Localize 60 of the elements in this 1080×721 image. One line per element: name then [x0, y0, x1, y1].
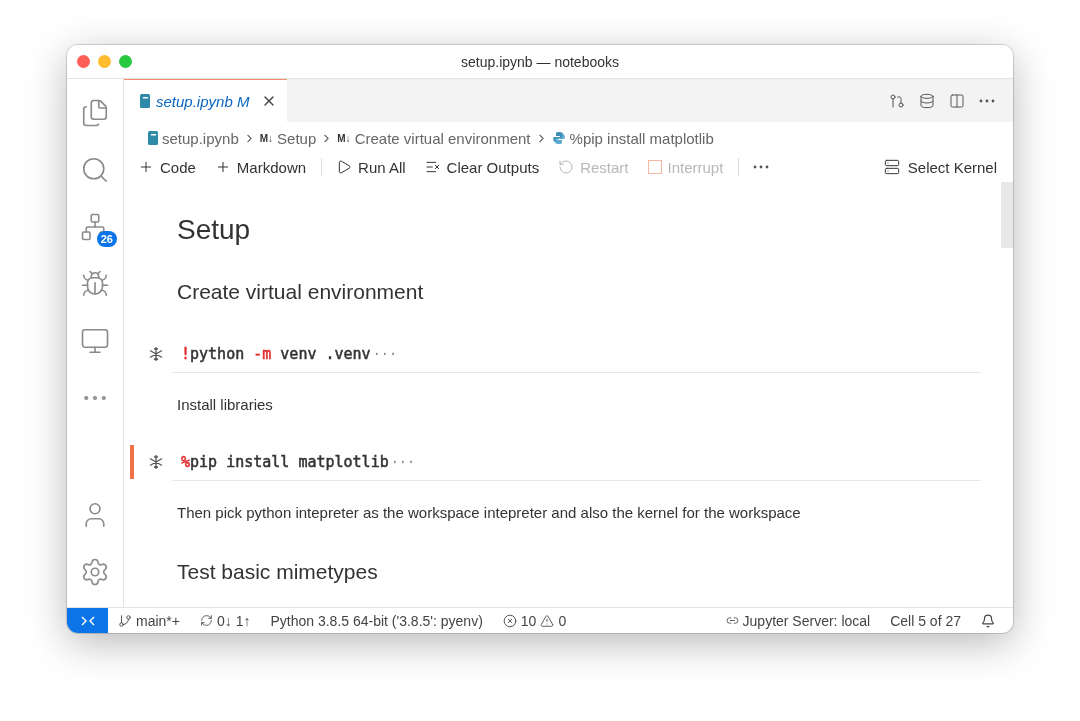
notebook-icon — [140, 94, 150, 108]
code-cell[interactable]: %pip install matplotlib··· — [172, 443, 981, 481]
editor-tab[interactable]: setup.ipynb M — [124, 79, 288, 122]
files-icon[interactable] — [80, 98, 110, 128]
branch-icon — [118, 613, 132, 628]
paragraph: Install libraries — [176, 395, 274, 415]
markdown-marker: M↓ — [337, 132, 351, 144]
heading: Test basic mimetypes — [176, 559, 379, 585]
sync-icon — [199, 614, 213, 627]
plus-icon — [138, 159, 154, 175]
paragraph: Then pick python intepreter as the workspace intepreter and also the kernel for the workspace — [176, 503, 802, 523]
toolbar-button[interactable]: Run All — [336, 158, 406, 176]
zoom-button[interactable] — [119, 55, 132, 68]
breadcrumb-item[interactable]: setup.ipynb — [162, 129, 239, 147]
warning-icon — [540, 613, 555, 628]
cylinder-icon — [919, 92, 935, 109]
toolbar-button[interactable]: Markdown — [214, 158, 307, 176]
more-icon — [753, 165, 770, 169]
error-icon — [502, 613, 517, 628]
stop-icon — [647, 160, 662, 174]
remote-button[interactable] — [67, 608, 108, 633]
breadcrumb-item[interactable]: Setup — [277, 129, 317, 147]
heading: Create virtual environment — [176, 279, 425, 305]
remote-icon — [80, 615, 95, 626]
problems-status[interactable]: 10 0 — [502, 612, 567, 629]
breadcrumb-item[interactable]: %pip install matplotlib — [569, 129, 714, 147]
count-badge: 26 — [96, 231, 117, 247]
settings-icon[interactable] — [80, 557, 110, 587]
kernel-icon — [883, 159, 900, 175]
branch-status[interactable]: main*+ — [118, 612, 180, 629]
monitor-icon[interactable] — [80, 326, 110, 356]
status-item[interactable]: Cell 5 of 27 — [890, 612, 961, 629]
more-icon — [979, 98, 995, 103]
server-status[interactable]: Jupyter Server: local — [725, 612, 871, 629]
sync-status[interactable]: 0↓ 1↑ — [199, 612, 251, 629]
scrollbar-thumb[interactable] — [1001, 182, 1013, 248]
compare-icon — [889, 92, 905, 109]
select-kernel-button[interactable]: Select Kernel — [883, 158, 997, 176]
python-icon — [551, 131, 566, 145]
window-title: setup.ipynb — notebooks — [461, 53, 619, 70]
split-editor-icon — [949, 92, 965, 109]
bell-icon[interactable] — [981, 613, 995, 628]
restart-icon — [558, 159, 575, 175]
heading: Setup — [176, 213, 252, 247]
breadcrumb-item[interactable]: Create virtual environment — [354, 129, 531, 147]
more-button[interactable] — [753, 165, 770, 169]
clear-icon — [424, 159, 441, 175]
link-icon — [725, 614, 739, 627]
notebook-icon — [148, 131, 158, 145]
snowflake-icon — [149, 346, 163, 362]
markdown-marker: M↓ — [259, 132, 274, 144]
close-button[interactable] — [77, 55, 90, 68]
toolbar-button[interactable]: Code — [138, 158, 196, 176]
code-cell[interactable]: !python -m venv .venv··· — [172, 335, 981, 373]
toolbar-button[interactable]: Clear Outputs — [424, 158, 540, 176]
snowflake-icon — [149, 454, 163, 470]
run-icon — [336, 159, 353, 175]
bug-icon[interactable] — [80, 269, 110, 299]
status-item[interactable]: Python 3.8.5 64-bit ('3.8.5': pyenv) — [270, 612, 483, 629]
search-icon[interactable] — [80, 155, 110, 185]
